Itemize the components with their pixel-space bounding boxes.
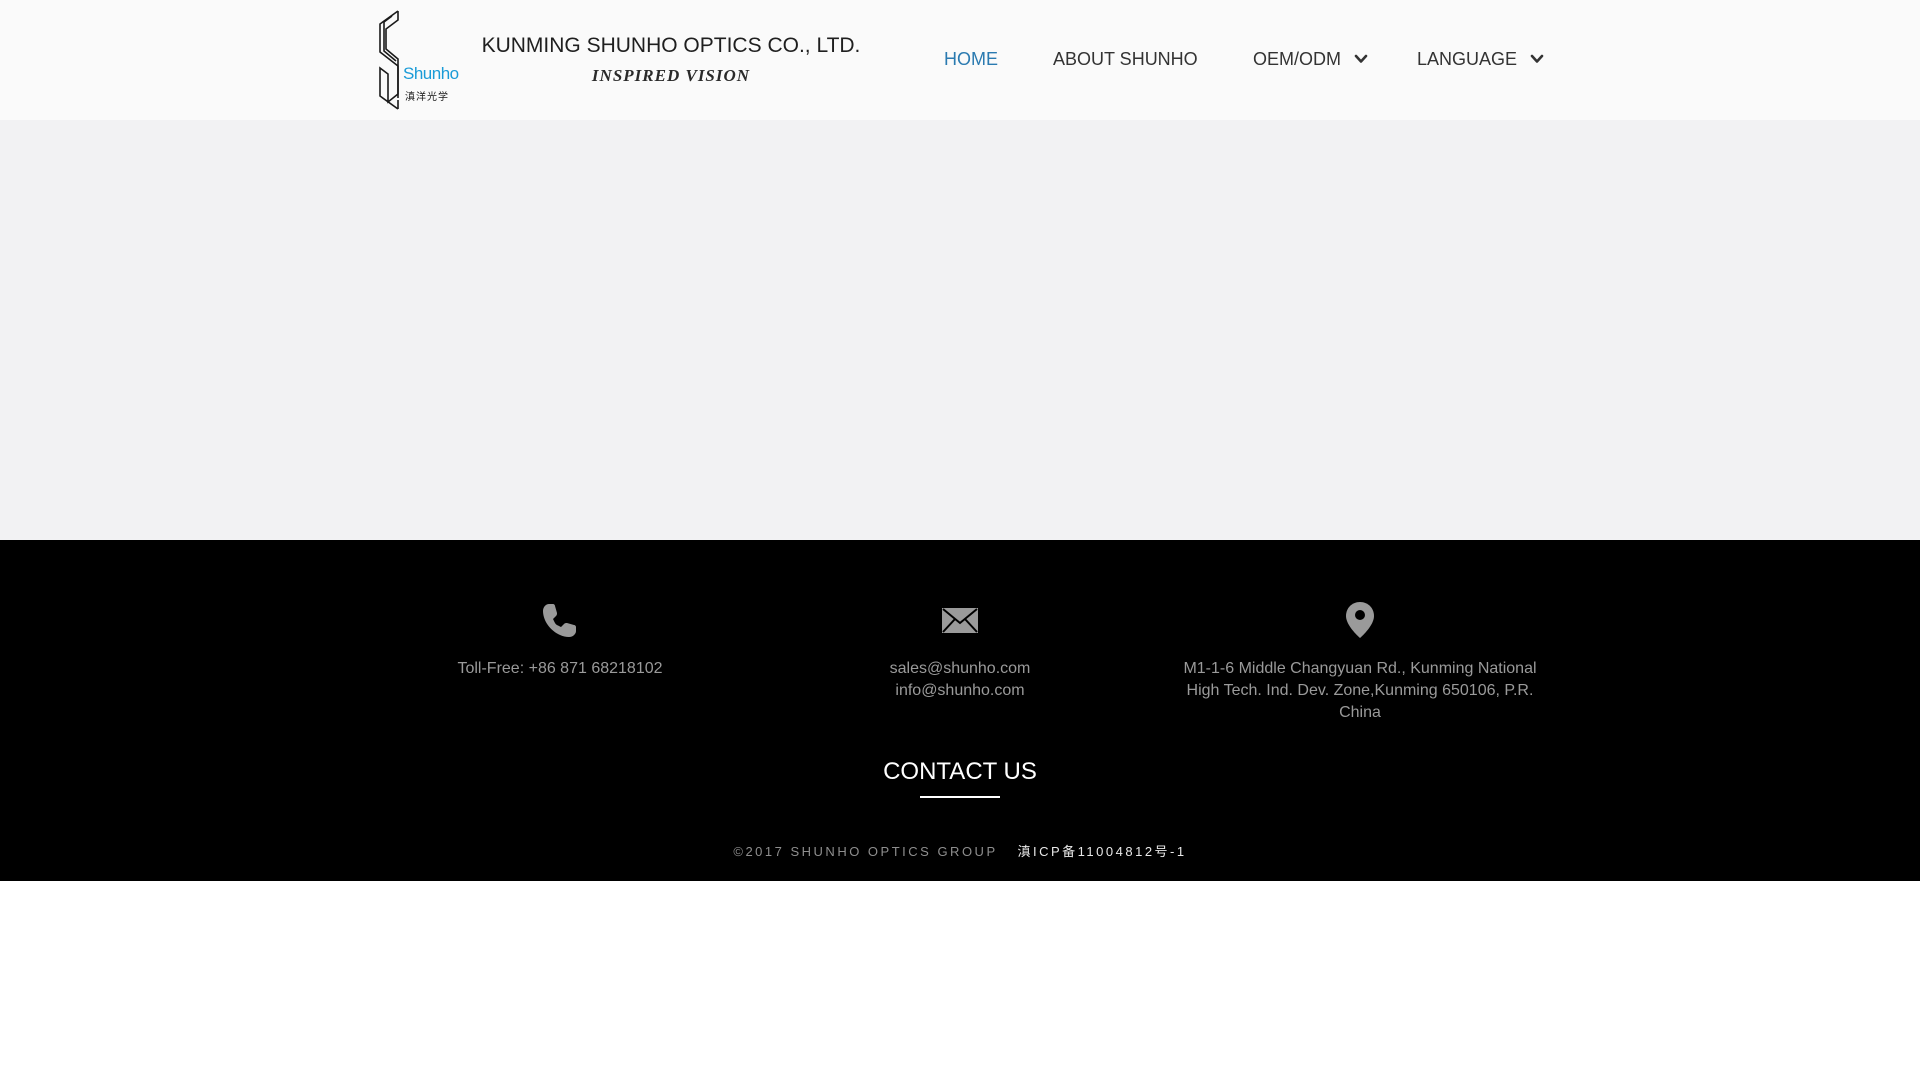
heading-underline: [920, 796, 1000, 798]
phone-text[interactable]: Toll-Free: +86 871 68218102: [370, 658, 750, 680]
email-info-link[interactable]: info@shunho.com: [770, 680, 1150, 702]
contact-email: sales@shunho.com info@shunho.com: [770, 600, 1150, 702]
hero-banner: [0, 120, 1920, 540]
nav-item-label: LANGUAGE: [1417, 48, 1518, 69]
company-name: KUNMING SHUNHO OPTICS CO., LTD.: [481, 34, 861, 57]
nav-item-label: HOME: [944, 48, 998, 69]
chevron-down-icon: [1530, 54, 1544, 64]
contact-phone: Toll-Free: +86 871 68218102: [370, 600, 750, 680]
site-footer: Toll-Free: +86 871 68218102 sales@shunho…: [0, 540, 1920, 881]
location-pin-icon: [1346, 602, 1374, 638]
address-text: M1-1-6 Middle Changyuan Rd., Kunming Nat…: [1183, 660, 1537, 721]
chevron-down-icon: [1354, 54, 1368, 64]
contact-address: M1-1-6 Middle Changyuan Rd., Kunming Nat…: [1170, 600, 1550, 724]
nav-item-oem-odm[interactable]: OEM/ODM: [1253, 48, 1368, 72]
copyright-text: ©2017 SHUNHO OPTICS GROUP: [733, 844, 998, 859]
copyright-row: ©2017 SHUNHO OPTICS GROUP 滇ICP备11004812号…: [0, 841, 1920, 860]
nav-item-language[interactable]: LANGUAGE: [1417, 48, 1544, 72]
contact-us-heading: CONTACT US: [883, 758, 1037, 785]
icp-license-link[interactable]: 滇ICP备11004812号-1: [1018, 844, 1187, 859]
nav-item-about-shunho[interactable]: ABOUT SHUNHO: [1053, 48, 1198, 72]
nav-item-home[interactable]: HOME: [944, 48, 998, 72]
phone-icon: [543, 604, 576, 637]
nav-item-label: OEM/ODM: [1253, 48, 1341, 69]
company-logo[interactable]: Shunho 滇洋光学: [372, 8, 459, 112]
envelope-icon: [942, 608, 978, 633]
logo-chinese-text: 滇洋光学: [405, 92, 449, 103]
company-tagline: INSPIRED VISION: [591, 66, 751, 85]
nav-item-label: ABOUT SHUNHO: [1053, 48, 1198, 69]
email-sales-link[interactable]: sales@shunho.com: [770, 658, 1150, 680]
logo-brand-text: Shunho: [403, 64, 459, 83]
site-header: Shunho 滇洋光学 KUNMING SHUNHO OPTICS CO., L…: [0, 0, 1920, 120]
